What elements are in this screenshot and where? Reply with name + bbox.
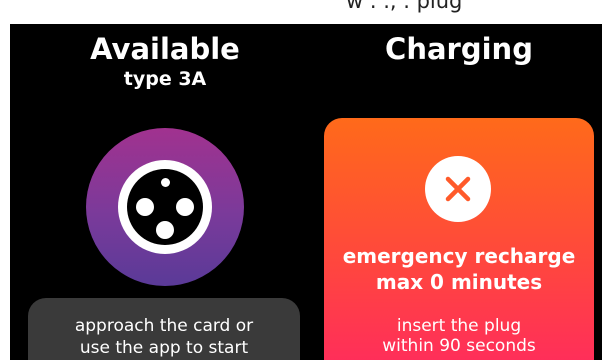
emergency-duration-label: max 0 minutes <box>375 270 543 294</box>
socket-pin-top <box>161 178 170 187</box>
x-icon <box>425 156 491 222</box>
start-instruction-line2: use the app to start <box>79 338 249 358</box>
charging-title: Charging <box>385 32 533 66</box>
start-instruction-line1: approach the card or <box>74 316 254 336</box>
available-title: Available <box>90 32 240 66</box>
socket-pin-left <box>136 198 154 216</box>
plug-instruction-line2: within 90 seconds <box>382 336 536 356</box>
socket-inner <box>127 169 203 245</box>
socket-pin-right <box>176 198 194 216</box>
top-strip-text: w . ., . plug <box>346 0 463 13</box>
start-instruction-box: approach the card or use the app to star… <box>28 298 300 360</box>
emergency-recharge-label: emergency recharge <box>342 244 576 268</box>
plug-instruction-line1: insert the plug <box>396 316 522 336</box>
socket-pin-bottom <box>156 221 174 239</box>
x-icon-glyph <box>445 176 471 202</box>
connector-type-label: type 3A <box>123 68 207 90</box>
emergency-charge-card: emergency recharge max 0 minutes insert … <box>324 118 594 360</box>
socket-face <box>118 160 212 254</box>
top-strip: w . ., . plug <box>0 0 602 24</box>
connector-socket-icon <box>86 128 244 286</box>
charger-screen: Available type 3A approach the card or u… <box>10 24 602 360</box>
